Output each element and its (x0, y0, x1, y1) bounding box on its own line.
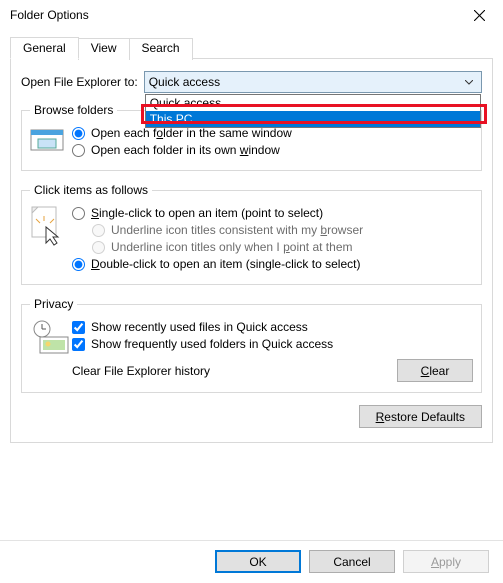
tab-general[interactable]: General (10, 37, 79, 59)
privacy-group: Privacy Show recently used files in Quic… (21, 297, 482, 393)
open-to-dropdown: Quick access This PC (145, 94, 481, 128)
dialog-buttons: OK Cancel Apply (215, 550, 489, 573)
tab-search[interactable]: Search (129, 38, 193, 60)
open-to-combobox[interactable]: Quick access Quick access This PC (144, 71, 482, 93)
browse-legend: Browse folders (30, 103, 117, 117)
folder-window-icon (30, 123, 72, 153)
open-to-option-quick-access[interactable]: Quick access (146, 95, 480, 111)
radio-underline-point-label: Underline icon titles only when I point … (111, 240, 352, 254)
cancel-button[interactable]: Cancel (309, 550, 395, 573)
radio-own-window[interactable] (72, 144, 85, 157)
close-button[interactable] (457, 1, 501, 29)
separator (0, 540, 503, 541)
radio-double-click[interactable] (72, 258, 85, 271)
radio-own-window-label: Open each folder in its own window (91, 143, 280, 157)
privacy-icon (30, 317, 72, 355)
tab-strip: General View Search (10, 36, 493, 59)
tab-view[interactable]: View (78, 38, 130, 60)
window-title: Folder Options (10, 8, 89, 22)
radio-same-window[interactable] (72, 127, 85, 140)
title-bar: Folder Options (0, 0, 503, 30)
click-items-group: Click items as follows Single-click to o… (21, 183, 482, 285)
tab-page-general: Open File Explorer to: Quick access Quic… (10, 59, 493, 443)
check-recent-files-label: Show recently used files in Quick access (91, 320, 308, 334)
radio-double-click-label: Double-click to open an item (single-cli… (91, 257, 360, 271)
radio-underline-point (92, 241, 105, 254)
radio-underline-browser (92, 224, 105, 237)
radio-underline-browser-label: Underline icon titles consistent with my… (111, 223, 363, 237)
check-frequent-folders-label: Show frequently used folders in Quick ac… (91, 337, 333, 351)
privacy-legend: Privacy (30, 297, 77, 311)
radio-single-click[interactable] (72, 207, 85, 220)
apply-button: Apply (403, 550, 489, 573)
open-to-value: Quick access (149, 75, 220, 89)
check-frequent-folders-row[interactable]: Show frequently used folders in Quick ac… (72, 337, 473, 351)
radio-underline-browser-row: Underline icon titles consistent with my… (92, 223, 473, 237)
open-to-option-this-pc[interactable]: This PC (146, 111, 480, 127)
check-recent-files[interactable] (72, 321, 85, 334)
click-legend: Click items as follows (30, 183, 152, 197)
cursor-click-icon (30, 203, 72, 247)
ok-button[interactable]: OK (215, 550, 301, 573)
clear-button[interactable]: Clear (397, 359, 473, 382)
clear-history-label: Clear File Explorer history (72, 364, 397, 378)
radio-own-window-row[interactable]: Open each folder in its own window (72, 143, 473, 157)
radio-double-click-row[interactable]: Double-click to open an item (single-cli… (72, 257, 473, 271)
open-to-label: Open File Explorer to: (21, 75, 138, 89)
radio-single-click-label: Single-click to open an item (point to s… (91, 206, 323, 220)
radio-single-click-row[interactable]: Single-click to open an item (point to s… (72, 206, 473, 220)
check-recent-files-row[interactable]: Show recently used files in Quick access (72, 320, 473, 334)
chevron-down-icon (461, 75, 477, 89)
radio-underline-point-row: Underline icon titles only when I point … (92, 240, 473, 254)
radio-same-window-row[interactable]: Open each folder in the same window (72, 126, 473, 140)
check-frequent-folders[interactable] (72, 338, 85, 351)
radio-same-window-label: Open each folder in the same window (91, 126, 292, 140)
close-icon (474, 10, 485, 21)
restore-defaults-button[interactable]: Restore Defaults (359, 405, 482, 428)
